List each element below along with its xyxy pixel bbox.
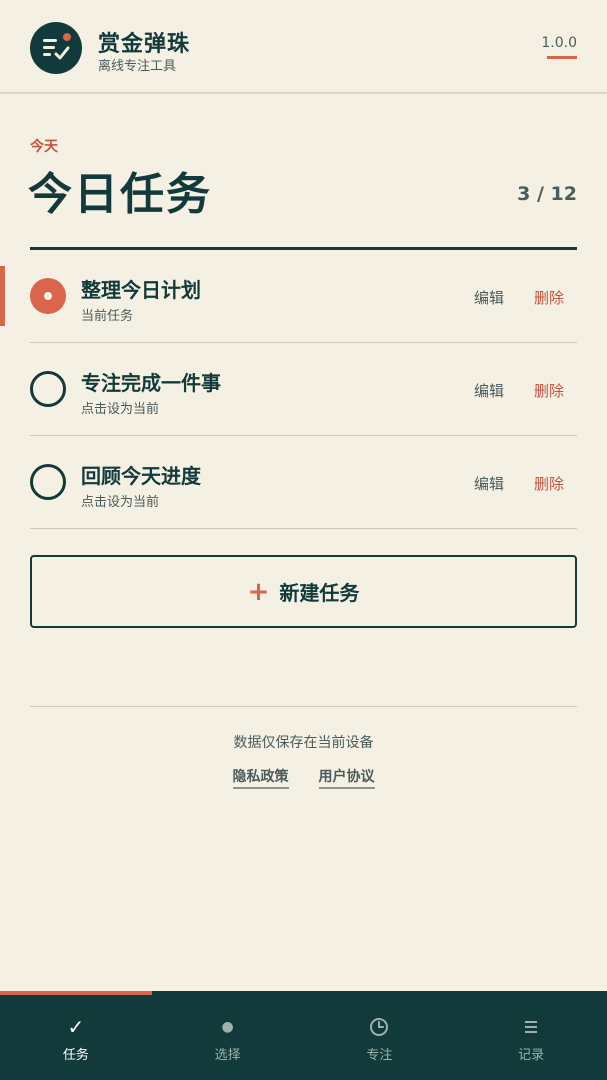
- task-title: 专注完成一件事: [81, 371, 221, 395]
- delete-task-button[interactable]: 删除: [534, 287, 564, 308]
- radio-dot-icon: [44, 292, 52, 300]
- nav-item-select[interactable]: ● 选择: [152, 995, 304, 1080]
- nav-label: 记录: [518, 1048, 545, 1063]
- edit-task-button[interactable]: 编辑: [474, 287, 504, 308]
- footer-links: 隐私政策 用户协议: [0, 766, 607, 789]
- task-list: 整理今日计划 当前任务 编辑 删除 专注完成一件事 点击设为当前 编辑 删除 回…: [0, 250, 607, 529]
- task-row[interactable]: 回顾今天进度 点击设为当前 编辑 删除: [30, 436, 577, 529]
- version-label: 1.0.0: [541, 35, 577, 51]
- page-title: 今日任务: [28, 169, 212, 220]
- bottom-nav: ✓ 任务 ● 选择 专注 记录: [0, 995, 607, 1080]
- version-underline: [547, 56, 577, 59]
- task-title: 整理今日计划: [81, 278, 201, 302]
- nav-item-tasks[interactable]: ✓ 任务: [0, 995, 152, 1080]
- nav-label: 专注: [366, 1048, 393, 1063]
- footer-divider: [30, 706, 577, 707]
- task-subtitle: 点击设为当前: [81, 402, 160, 417]
- date-eyebrow: 今天: [30, 139, 58, 155]
- delete-task-button[interactable]: 删除: [534, 380, 564, 401]
- task-subtitle: 当前任务: [81, 309, 134, 324]
- task-counter: 3 / 12: [517, 183, 577, 205]
- active-task-indicator: [0, 266, 5, 326]
- task-row[interactable]: 整理今日计划 当前任务 编辑 删除: [0, 250, 577, 343]
- app-logo-icon: [30, 22, 82, 74]
- list-icon: [524, 1015, 538, 1039]
- privacy-policy-link[interactable]: 隐私政策: [232, 766, 289, 789]
- task-subtitle: 点击设为当前: [81, 495, 160, 510]
- nav-item-records[interactable]: 记录: [455, 995, 607, 1080]
- new-task-label: 新建任务: [279, 581, 360, 605]
- new-task-button[interactable]: + 新建任务: [30, 555, 577, 628]
- task-row[interactable]: 专注完成一件事 点击设为当前 编辑 删除: [30, 343, 577, 436]
- clock-icon: [369, 1015, 389, 1039]
- nav-label: 选择: [214, 1048, 241, 1063]
- app-subtitle: 离线专注工具: [98, 59, 177, 74]
- terms-link[interactable]: 用户协议: [318, 766, 375, 789]
- plus-icon: +: [247, 576, 270, 607]
- task-radio[interactable]: [30, 464, 66, 500]
- nav-label: 任务: [62, 1048, 89, 1063]
- check-icon: ✓: [67, 1015, 85, 1039]
- edit-task-button[interactable]: 编辑: [474, 473, 504, 494]
- delete-task-button[interactable]: 删除: [534, 473, 564, 494]
- app-header: 赏金弹珠 离线专注工具 1.0.0: [0, 0, 607, 94]
- storage-note: 数据仅保存在当前设备: [233, 735, 374, 751]
- task-radio[interactable]: [30, 371, 66, 407]
- task-radio-selected[interactable]: [30, 278, 66, 314]
- edit-task-button[interactable]: 编辑: [474, 380, 504, 401]
- dot-icon: ●: [221, 1019, 234, 1035]
- app-name: 赏金弹珠: [98, 32, 191, 57]
- task-title: 回顾今天进度: [81, 464, 201, 488]
- nav-item-focus[interactable]: 专注: [304, 995, 456, 1080]
- app-root: 赏金弹珠 离线专注工具 1.0.0 今天 今日任务 3 / 12 整理今日计划 …: [0, 0, 607, 1080]
